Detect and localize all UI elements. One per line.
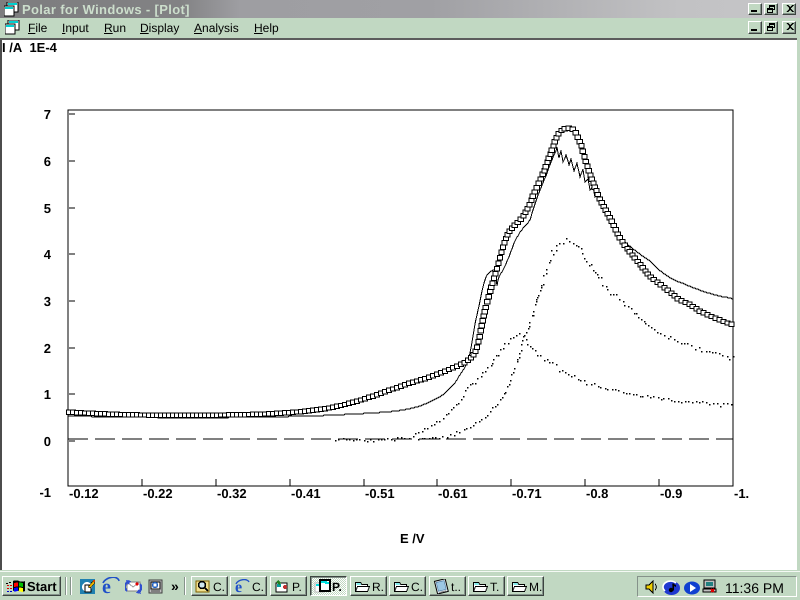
svg-text:0: 0 xyxy=(44,434,51,449)
svg-text:-0.61: -0.61 xyxy=(438,486,468,501)
svg-text:-0.8: -0.8 xyxy=(586,486,608,501)
svg-text:-1: -1 xyxy=(39,485,51,500)
svg-text:2: 2 xyxy=(44,341,51,356)
svg-text:5: 5 xyxy=(44,201,51,216)
svg-text:E /V: E /V xyxy=(400,531,425,546)
svg-text:-0.32: -0.32 xyxy=(217,486,247,501)
svg-text:-1.: -1. xyxy=(734,486,749,501)
svg-text:4: 4 xyxy=(44,247,52,262)
svg-text:-0.9: -0.9 xyxy=(660,486,682,501)
svg-text:1: 1 xyxy=(44,387,51,402)
svg-text:7: 7 xyxy=(44,107,51,122)
svg-text:-0.22: -0.22 xyxy=(143,486,173,501)
svg-text:3: 3 xyxy=(44,294,51,309)
svg-text:-0.71: -0.71 xyxy=(512,486,542,501)
svg-text:-0.12: -0.12 xyxy=(69,486,99,501)
svg-text:-0.51: -0.51 xyxy=(365,486,395,501)
svg-text:-0.41: -0.41 xyxy=(291,486,321,501)
svg-text:I /A 1E-4: I /A 1E-4 xyxy=(2,40,58,55)
svg-text:6: 6 xyxy=(44,154,51,169)
